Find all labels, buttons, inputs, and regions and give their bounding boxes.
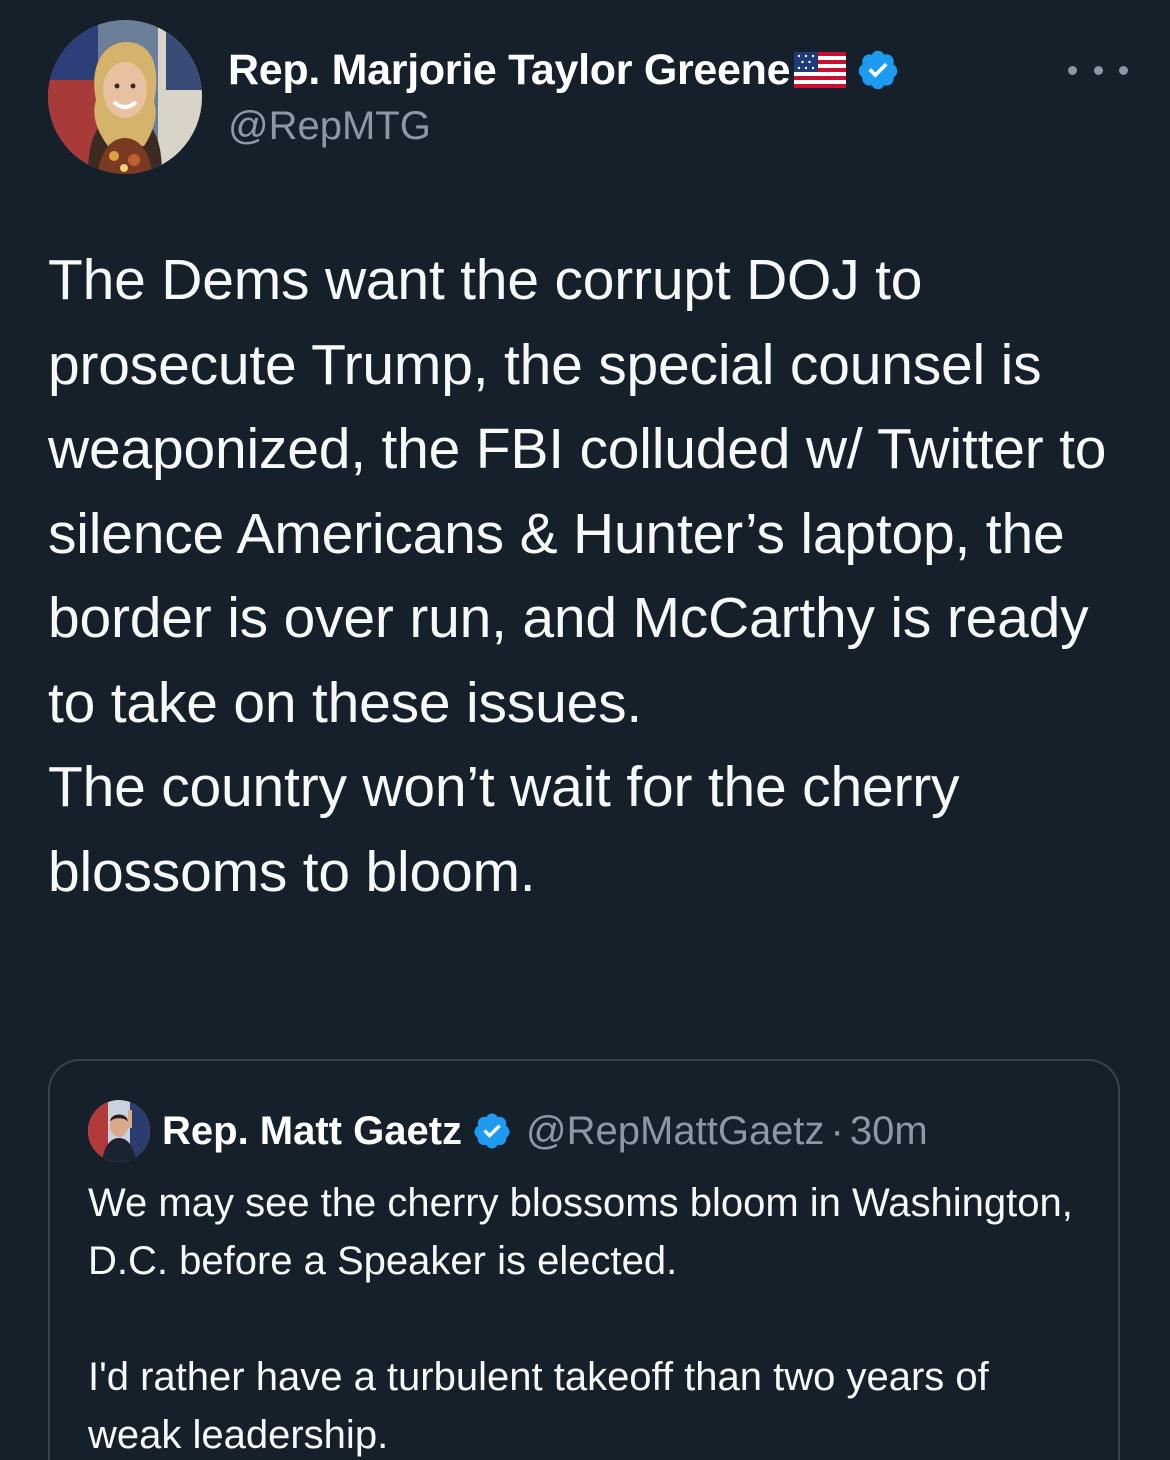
author-display-name[interactable]: Rep. Marjorie Taylor Greene <box>228 46 791 95</box>
more-options-icon-dot <box>1093 65 1103 75</box>
more-options-icon <box>1068 65 1077 75</box>
quoted-meta-separator: · <box>830 1108 844 1153</box>
tweet-paragraph: The country won’t wait for the cherry bl… <box>48 755 960 904</box>
quoted-tweet[interactable]: Rep. Matt Gaetz @RepMattGaetz · 30m We m… <box>48 1059 1120 1460</box>
author-avatar-image <box>48 20 202 174</box>
more-options-icon-dot <box>1119 65 1128 75</box>
tweet-text: The Dems want the corrupt DOJ to prosecu… <box>48 238 1138 914</box>
author-name-row: Rep. Marjorie Taylor Greene <box>228 40 900 100</box>
author-avatar[interactable] <box>48 20 202 174</box>
quoted-tweet-paragraph: We may see the cherry blossoms bloom in … <box>88 1181 1073 1283</box>
quoted-author-name[interactable]: Rep. Matt Gaetz <box>162 1109 462 1154</box>
quoted-tweet-header: Rep. Matt Gaetz @RepMattGaetz · 30m <box>88 1099 928 1163</box>
quoted-author-avatar[interactable] <box>88 1100 150 1162</box>
quoted-tweet-text: We may see the cherry blossoms bloom in … <box>88 1174 1088 1460</box>
tweet-paragraph: The Dems want the corrupt DOJ to prosecu… <box>48 248 1107 735</box>
quoted-tweet-timestamp[interactable]: 30m <box>850 1109 928 1154</box>
tweet: Rep. Marjorie Taylor Greene @RepMTG The … <box>0 0 1170 1460</box>
verified-badge-icon <box>856 48 900 92</box>
quoted-tweet-paragraph: I'd rather have a turbulent takeoff than… <box>88 1355 989 1457</box>
quoted-author-handle[interactable]: @RepMattGaetz <box>526 1109 825 1154</box>
us-flag-icon <box>794 52 847 88</box>
quoted-author-avatar-image <box>88 1100 150 1162</box>
author-info: Rep. Marjorie Taylor Greene @RepMTG <box>228 40 900 149</box>
verified-badge-icon <box>472 1111 512 1151</box>
more-options-button[interactable] <box>1068 52 1128 88</box>
author-handle[interactable]: @RepMTG <box>228 104 900 149</box>
